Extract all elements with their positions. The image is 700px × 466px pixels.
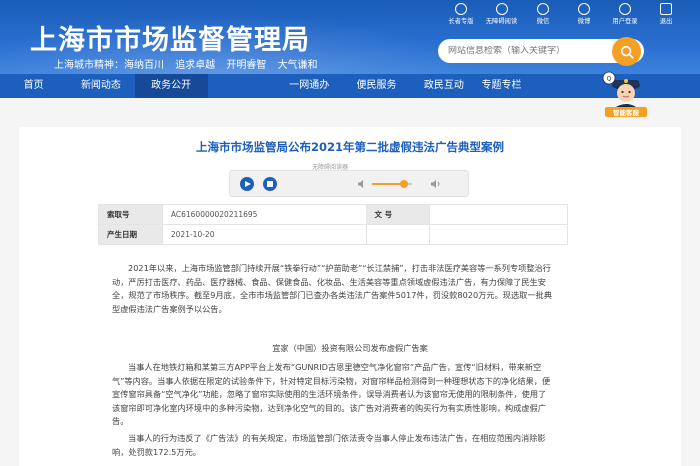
util-label: 用户登录 (611, 17, 638, 25)
stop-button[interactable] (263, 177, 277, 191)
util-label: 无障碍阅读 (485, 17, 518, 25)
util-label: 长者专版 (447, 17, 474, 25)
slogan-phrase: 大气谦和 (277, 60, 318, 71)
weibo-link[interactable]: 微博 (563, 1, 604, 26)
slogan-phrase: 海纳百川 (124, 60, 164, 71)
smart-assistant-button[interactable]: 智能客服 Q (601, 67, 651, 119)
slogan-phrase: 开明睿智 (226, 60, 267, 71)
nav-item-services-spacer (208, 74, 276, 98)
article-paragraph: 当事人在地铁灯箱和某第三方APP平台上发布“GUNRID古恩里德空气净化窗帘”产… (112, 362, 551, 426)
volume-icon[interactable] (357, 179, 367, 189)
article-paragraph: 当事人的行为违反了《广告法》的有关规定，市场监管部门依法责令当事人停止发布违法广… (112, 433, 546, 457)
speaker-icon[interactable] (430, 179, 442, 189)
volume-slider-handle[interactable] (400, 180, 408, 188)
nav-item-interaction[interactable]: 政民互动 (410, 74, 477, 98)
weibo-icon (577, 3, 590, 15)
nav-item-special[interactable]: 专题专栏 (477, 74, 537, 98)
city-slogan: 上海城市精神：海纳百川 追求卓越 开明睿智 大气谦和 (54, 56, 326, 71)
wechat-icon (536, 3, 549, 15)
nav-item-home[interactable]: 首页 (0, 74, 67, 98)
accessibility-icon (495, 3, 508, 15)
wechat-link[interactable]: 微信 (522, 1, 563, 26)
nav-item-convenience[interactable]: 便民服务 (343, 74, 410, 98)
meta-empty-cell (429, 224, 568, 245)
slogan-prefix: 上海城市精神： (54, 60, 124, 71)
index-value: AC616000002021​1695 (161, 204, 367, 225)
search-icon (620, 45, 634, 59)
assistant-badge: 智能客服 (613, 108, 640, 117)
date-value: 2021-10-20 (161, 224, 367, 245)
nav-item-news[interactable]: 新闻动态 (67, 74, 134, 98)
slogan-phrase: 追求卓越 (175, 60, 216, 71)
svg-text:Q: Q (607, 76, 612, 83)
doc-number-value (429, 204, 568, 225)
elder-icon (454, 3, 467, 15)
util-label: 退出 (659, 17, 672, 25)
search-button[interactable] (612, 37, 641, 66)
utility-bar: 长者专版 无障碍阅读 微信 微博 用户登录 退出 (440, 1, 686, 26)
article-meta-table: 索取号 AC616000002021​1695 文 号 产生日期 2021-10… (98, 204, 568, 245)
date-label: 产生日期 (98, 224, 163, 245)
article-paragraph: 2021年以来，上海市场监管部门持续开展“铁拳行动”“护苗助老”“长江禁捕”，打… (112, 263, 552, 314)
meta-empty-cell (365, 224, 431, 245)
logout-link[interactable]: 退出 (645, 1, 686, 26)
doc-number-label: 文 号 (365, 204, 431, 225)
login-link[interactable]: 用户登录 (604, 1, 645, 26)
logout-icon (659, 3, 672, 15)
util-label: 微信 (536, 17, 549, 25)
main-nav: 首页 新闻动态 政务公开 一网通办 便民服务 政民互动 专题专栏 (0, 74, 700, 98)
nav-item-gov-info[interactable]: 政务公开 (134, 74, 208, 98)
article-title: 上海市市场监管局公布2021年第二批虚假违法广告典型案例 (195, 140, 504, 154)
user-icon (618, 3, 631, 15)
case-title: 宜家（中国）投资有限公司发布虚假广告案 (272, 343, 428, 353)
elder-mode-link[interactable]: 长者专版 (440, 1, 481, 26)
accessibility-link[interactable]: 无障碍阅读 (481, 1, 522, 26)
play-button[interactable] (240, 177, 254, 191)
site-title[interactable]: 上海市市场监督管理局 (30, 18, 310, 57)
index-label: 索取号 (98, 204, 163, 225)
util-label: 微博 (577, 17, 590, 25)
audio-player (229, 170, 469, 197)
search-input[interactable] (438, 46, 608, 56)
nav-item-one-stop[interactable]: 一网通办 (276, 74, 343, 98)
site-header: 上海市市场监督管理局 上海城市精神：海纳百川 追求卓越 开明睿智 大气谦和 长者… (0, 0, 700, 74)
